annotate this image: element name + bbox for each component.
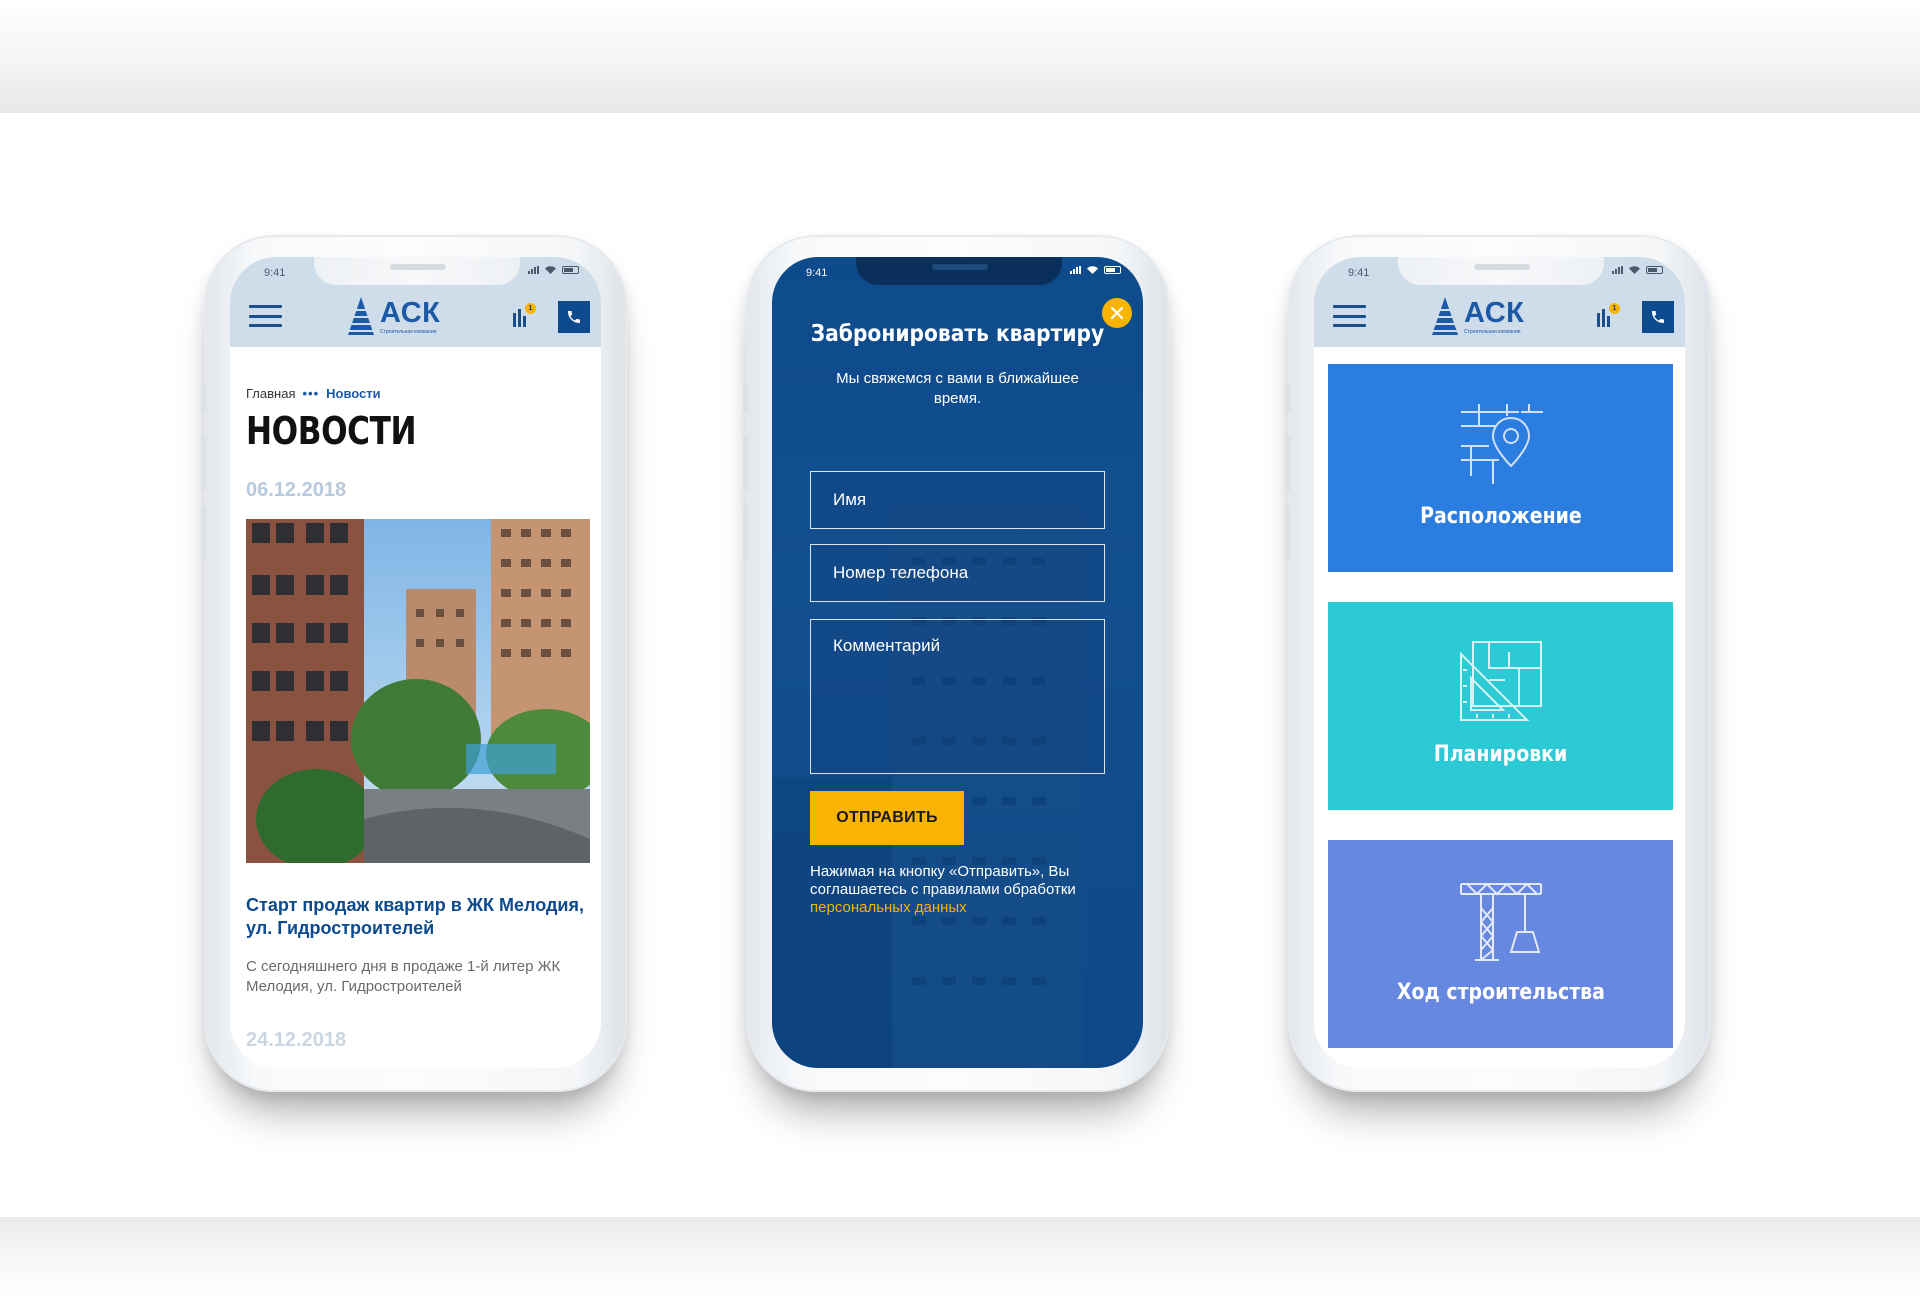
brand-tagline: Строительная компания (380, 329, 437, 335)
logo-mark-icon (1432, 297, 1458, 335)
building-photo (246, 519, 590, 863)
menu-icon[interactable] (249, 305, 282, 327)
name-placeholder: Имя (833, 490, 867, 509)
news-image[interactable] (246, 519, 590, 863)
news-date: 24.12.2018 (246, 1029, 347, 1051)
call-button[interactable] (1642, 301, 1674, 333)
crane-icon (1459, 882, 1542, 961)
tile-label: Расположение (1419, 504, 1582, 529)
phone-side-button (201, 435, 206, 491)
background-band-top (0, 0, 1920, 113)
comment-field[interactable]: Комментарий (810, 619, 1105, 774)
floor-plan-icon (1459, 641, 1542, 721)
logo-mark-icon (348, 297, 374, 335)
phone-icon (1652, 311, 1664, 323)
phone-news: АСК Строительная компания 1 9:41 Главная (201, 235, 627, 1092)
phone-side-button (1285, 505, 1290, 561)
wifi-icon (1629, 266, 1640, 274)
background-band-bottom (0, 1217, 1920, 1300)
phone-placeholder: Номер телефона (833, 563, 969, 582)
phone-side-button (743, 383, 748, 413)
compare-icon[interactable]: 1 (1597, 303, 1620, 327)
phone-notch (856, 257, 1062, 285)
status-time: 9:41 (806, 267, 828, 279)
tile-label: Планировки (1433, 742, 1568, 767)
screen: АСК Строительная компания 1 9:41 Главная (230, 257, 601, 1068)
phone-side-button (743, 505, 748, 561)
signal-icon (1612, 266, 1623, 274)
phone-field[interactable]: Номер телефона (810, 544, 1105, 602)
phone-side-button (743, 435, 748, 491)
breadcrumb: Главная ••• Новости (246, 386, 381, 401)
tile-label: Ход строительства (1396, 980, 1605, 1005)
battery-icon (1104, 266, 1121, 274)
compare-icon[interactable]: 1 (513, 303, 536, 327)
menu-icon[interactable] (1333, 305, 1366, 327)
phone-side-button (1285, 383, 1290, 413)
wifi-icon (545, 266, 556, 274)
consent-text: Нажимая на кнопку «Отправить», Вы соглаш… (810, 863, 1110, 917)
breadcrumb-separator: ••• (302, 386, 320, 401)
privacy-link[interactable]: персональных данных (810, 899, 967, 916)
call-button[interactable] (558, 301, 590, 333)
comment-placeholder: Комментарий (833, 636, 941, 655)
status-time: 9:41 (264, 267, 286, 279)
battery-icon (562, 266, 579, 274)
compare-badge: 1 (1609, 303, 1620, 314)
phone-notch (1398, 257, 1604, 285)
tile-layouts[interactable]: Планировки (1328, 602, 1673, 810)
phone-notch (314, 257, 520, 285)
brand-tagline: Строительная компания (1464, 329, 1521, 335)
page-title: НОВОСТИ (246, 409, 417, 453)
phone-sections: АСК Строительная компания 1 9:41 Располо… (1285, 235, 1711, 1092)
brand-name: АСК (1464, 297, 1525, 329)
breadcrumb-home[interactable]: Главная (246, 386, 295, 401)
screen: АСК Строительная компания 1 9:41 Располо… (1314, 257, 1685, 1068)
tile-construction[interactable]: Ход строительства (1328, 840, 1673, 1048)
close-icon[interactable] (1102, 298, 1132, 328)
brand-logo[interactable]: АСК Строительная компания (1432, 295, 1524, 335)
battery-icon (1646, 266, 1663, 274)
breadcrumb-current[interactable]: Новости (326, 386, 381, 401)
news-title[interactable]: Старт продаж квартир в ЖК Мелодия, ул. Г… (246, 894, 586, 940)
submit-button[interactable]: ОТПРАВИТЬ (810, 791, 964, 845)
compare-badge: 1 (525, 303, 536, 314)
status-time: 9:41 (1348, 267, 1370, 279)
news-date: 06.12.2018 (246, 479, 347, 501)
wifi-icon (1087, 266, 1098, 274)
screen: 9:41 Забронировать квартиру Мы свяжемся … (772, 257, 1143, 1068)
signal-icon (528, 266, 539, 274)
consent-message: Нажимая на кнопку «Отправить», Вы соглаш… (810, 863, 1076, 898)
phone-side-button (1285, 435, 1290, 491)
phone-icon (568, 311, 580, 323)
tile-location[interactable]: Расположение (1328, 364, 1673, 572)
signal-icon (1070, 266, 1081, 274)
news-excerpt: С сегодняшнего дня в продаже 1-й литер Ж… (246, 958, 561, 995)
modal-subtitle: Мы свяжемся с вами в ближайшее время. (836, 370, 1079, 407)
brand-logo[interactable]: АСК Строительная компания (348, 295, 440, 335)
modal-title: Забронировать квартиру (810, 321, 1105, 347)
name-field[interactable]: Имя (810, 471, 1105, 529)
brand-name: АСК (380, 297, 441, 329)
phone-side-button (201, 383, 206, 413)
location-map-icon (1460, 404, 1543, 484)
phone-side-button (201, 505, 206, 561)
phone-booking: 9:41 Забронировать квартиру Мы свяжемся … (743, 235, 1169, 1092)
